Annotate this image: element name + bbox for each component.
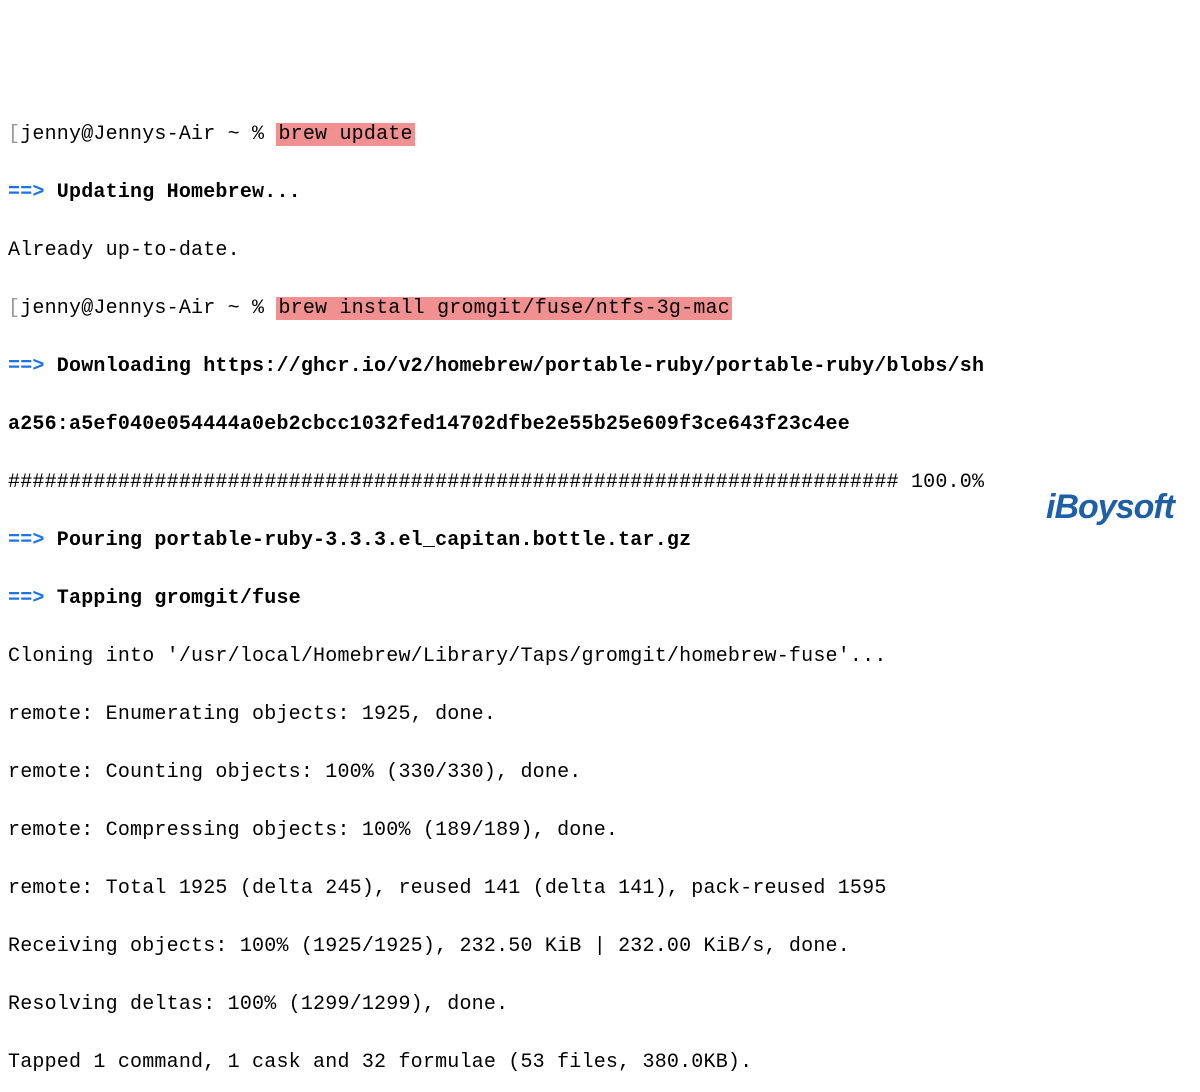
receiving-line: Receiving objects: 100% (1925/1925), 232… [8, 932, 1192, 961]
prompt-user-host: jenny@Jennys-Air ~ % [20, 297, 276, 320]
remote-line-3: remote: Compressing objects: 100% (189/1… [8, 816, 1192, 845]
sha-line: a256:a5ef040e054444a0eb2cbcc1032fed14702… [8, 410, 1192, 439]
prompt-line-1[interactable]: [jenny@Jennys-Air ~ % brew update [8, 120, 1192, 149]
tapping-line: ==> Tapping gromgit/fuse [8, 584, 1192, 613]
prompt-user-host: jenny@Jennys-Air ~ % [20, 123, 276, 146]
cloning-line: Cloning into '/usr/local/Homebrew/Librar… [8, 642, 1192, 671]
arrow-icon: ==> [8, 529, 45, 552]
arrow-icon: ==> [8, 587, 45, 610]
tapped-line: Tapped 1 command, 1 cask and 32 formulae… [8, 1048, 1192, 1077]
already-line: Already up-to-date. [8, 236, 1192, 265]
updating-line: ==> Updating Homebrew... [8, 178, 1192, 207]
downloading-line: ==> Downloading https://ghcr.io/v2/homeb… [8, 352, 1192, 381]
command-brew-install: brew install gromgit/fuse/ntfs-3g-mac [276, 297, 731, 320]
progress-line: ########################################… [8, 468, 1192, 497]
arrow-icon: ==> [8, 181, 45, 204]
tapping-text: Tapping gromgit/fuse [45, 587, 301, 610]
remote-line-2: remote: Counting objects: 100% (330/330)… [8, 758, 1192, 787]
arrow-icon: ==> [8, 355, 45, 378]
pouring-line: ==> Pouring portable-ruby-3.3.3.el_capit… [8, 526, 1192, 555]
bracket-open: [ [8, 123, 20, 146]
pouring-text: Pouring portable-ruby-3.3.3.el_capitan.b… [45, 529, 692, 552]
remote-line-4: remote: Total 1925 (delta 245), reused 1… [8, 874, 1192, 903]
remote-line-1: remote: Enumerating objects: 1925, done. [8, 700, 1192, 729]
prompt-line-2[interactable]: [jenny@Jennys-Air ~ % brew install gromg… [8, 294, 1192, 323]
downloading-text: Downloading https://ghcr.io/v2/homebrew/… [45, 355, 985, 378]
bracket-open: [ [8, 297, 20, 320]
updating-text: Updating Homebrew... [45, 181, 301, 204]
command-brew-update: brew update [276, 123, 414, 146]
resolving-line: Resolving deltas: 100% (1299/1299), done… [8, 990, 1192, 1019]
